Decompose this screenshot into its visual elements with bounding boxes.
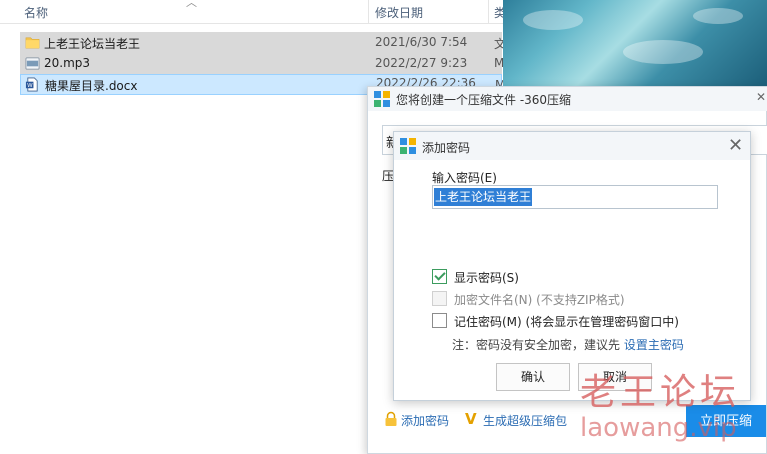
- encrypt-filenames-label: 加密文件名(N) (不支持ZIP格式): [454, 293, 625, 307]
- sort-arrow-icon[interactable]: ︿: [186, 0, 197, 10]
- word-doc-icon: W: [25, 77, 38, 92]
- file-row[interactable]: 20.mp3 2022/2/27 9:23 M: [20, 53, 504, 74]
- file-name: 上老王论坛当老王: [44, 37, 141, 51]
- show-password-checkbox[interactable]: [432, 269, 447, 284]
- compress-dialog-titlebar[interactable]: 您将创建一个压缩文件 -360压缩 ✕: [368, 87, 767, 111]
- file-modified-date: 2022/2/27 9:23: [375, 56, 468, 70]
- 360-zip-logo-icon: [374, 91, 390, 107]
- security-note: 注：密码没有安全加密，建议先 设置主密码: [452, 336, 684, 353]
- watermark-url: laowang.vip: [580, 413, 737, 443]
- show-password-label: 显示密码(S): [454, 271, 519, 285]
- remember-password-label: 记住密码(M) (将会显示在管理密码窗口中): [454, 315, 679, 329]
- add-password-label: 添加密码: [401, 414, 450, 428]
- compress-dialog-title: 您将创建一个压缩文件 -360压缩: [396, 93, 572, 107]
- add-password-titlebar[interactable]: 添加密码 ✕: [394, 132, 750, 160]
- add-password-dialog: 添加密码 ✕ 输入密码(E) 上老王论坛当老王 显示密码(S) 加密文件名(N)…: [393, 131, 751, 401]
- folder-icon: [25, 37, 40, 49]
- password-input-value: 上老王论坛当老王: [434, 188, 533, 206]
- file-row[interactable]: 上老王论坛当老王 2021/6/30 7:54 文: [20, 32, 506, 53]
- column-modified-header[interactable]: 修改日期: [375, 4, 423, 21]
- remember-password-checkbox[interactable]: [432, 313, 447, 328]
- password-input-label: 输入密码(E): [432, 171, 497, 185]
- v-badge-icon: V: [465, 410, 477, 428]
- mp3-file-icon: [25, 57, 40, 70]
- close-icon[interactable]: ✕: [728, 135, 743, 156]
- column-divider[interactable]: [488, 0, 489, 24]
- set-master-password-link[interactable]: 设置主密码: [624, 338, 684, 352]
- security-note-text: 注：密码没有安全加密，建议先: [452, 338, 621, 352]
- column-name-header[interactable]: 名称: [24, 4, 48, 21]
- file-name: 20.mp3: [44, 56, 91, 70]
- file-modified-date: 2021/6/30 7:54: [375, 35, 468, 49]
- column-divider[interactable]: [368, 0, 369, 24]
- 360-zip-logo-icon: [400, 138, 416, 154]
- super-zip-label: 生成超级压缩包: [483, 414, 568, 428]
- password-input[interactable]: 上老王论坛当老王: [432, 185, 718, 209]
- desktop-wallpaper: [503, 0, 767, 90]
- add-password-title: 添加密码: [422, 141, 471, 155]
- confirm-button[interactable]: 确认: [496, 363, 570, 391]
- watermark-text: 老王论坛: [580, 372, 741, 413]
- svg-text:W: W: [27, 83, 33, 89]
- file-name: 糖果屋目录.docx: [45, 79, 138, 93]
- close-icon[interactable]: ✕: [756, 90, 766, 104]
- encrypt-filenames-checkbox: [432, 291, 447, 306]
- lock-icon: [385, 411, 397, 426]
